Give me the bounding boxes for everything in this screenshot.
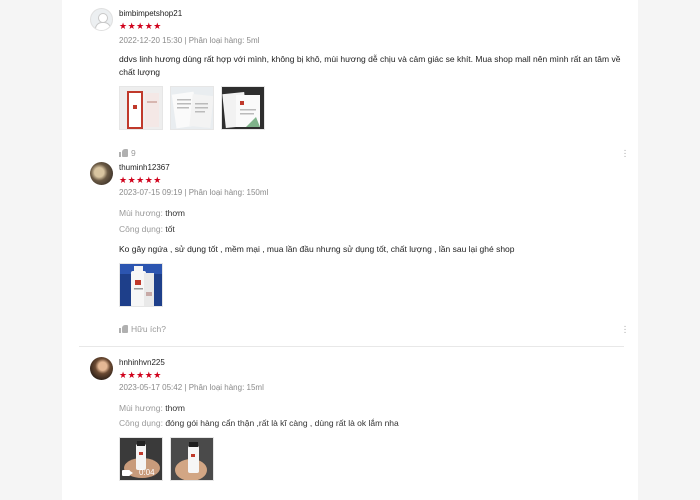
product-in-hand-image	[171, 438, 213, 480]
attr-effect-value: tốt	[165, 224, 175, 234]
video-camera-icon	[122, 469, 133, 476]
attr-scent-label: Mùi hương:	[119, 403, 163, 413]
rating-stars: ★★★★★	[119, 21, 162, 31]
product-box-image	[120, 87, 162, 129]
product-leaflet-image	[171, 87, 213, 129]
attr-scent-value: thơm	[165, 403, 185, 413]
review-text: ddvs linh hương dùng rất hợp với mình, k…	[119, 54, 621, 77]
review-photo[interactable]	[170, 86, 214, 130]
attr-scent-label: Mùi hương:	[119, 208, 163, 218]
like-button[interactable]: 9	[119, 148, 136, 158]
attr-scent-value: thơm	[165, 208, 185, 218]
review-username[interactable]: hnhinhvn225	[119, 358, 165, 367]
attr-effect-label: Công dụng:	[119, 224, 163, 234]
like-count: 9	[131, 148, 136, 158]
review-video[interactable]: 0:04	[119, 437, 163, 481]
attr-effect: Công dụng: tốt	[119, 224, 175, 234]
product-card-image	[222, 87, 264, 129]
review-photo[interactable]	[221, 86, 265, 130]
review-divider	[79, 346, 624, 347]
more-vertical-icon[interactable]: · · ·	[623, 322, 627, 338]
review-username[interactable]: bimbimpetshop21	[119, 9, 182, 18]
thumbs-up-icon	[119, 325, 128, 333]
attr-scent: Mùi hương: thơm	[119, 208, 185, 218]
rating-stars: ★★★★★	[119, 370, 162, 380]
review-photo[interactable]	[119, 263, 163, 307]
avatar[interactable]	[90, 162, 113, 185]
review-text: Ko gây ngứa , sử dụng tốt , mềm mại , mu…	[119, 244, 515, 254]
attr-effect-value: đóng gói hàng cẩn thận ,rất là kĩ càng ,…	[165, 418, 399, 428]
attr-scent: Mùi hương: thơm	[119, 403, 185, 413]
review-meta: 2023-07-15 09:19 | Phân loại hàng: 150ml	[119, 188, 269, 197]
attr-effect: Công dụng: đóng gói hàng cẩn thận ,rất l…	[119, 418, 399, 428]
review-photo[interactable]	[170, 437, 214, 481]
avatar[interactable]	[90, 357, 113, 380]
helpful-label: Hữu ích?	[131, 324, 166, 334]
thumbs-up-icon	[119, 149, 128, 157]
review-username[interactable]: thuminh12367	[119, 163, 170, 172]
review-meta: 2023-05-17 05:42 | Phân loại hàng: 15ml	[119, 383, 264, 392]
helpful-button[interactable]: Hữu ích?	[119, 324, 166, 334]
more-vertical-icon[interactable]: · · ·	[623, 146, 627, 162]
video-duration: 0:04	[139, 468, 155, 477]
attr-effect-label: Công dụng:	[119, 418, 163, 428]
product-bottle-image	[120, 264, 162, 306]
video-badge: 0:04	[122, 468, 155, 477]
reviews-panel: bimbimpetshop21 ★★★★★ 2022-12-20 15:30 |…	[62, 0, 638, 500]
avatar[interactable]	[90, 8, 113, 31]
rating-stars: ★★★★★	[119, 175, 162, 185]
review-meta: 2022-12-20 15:30 | Phân loại hàng: 5ml	[119, 36, 260, 45]
review-photo[interactable]	[119, 86, 163, 130]
